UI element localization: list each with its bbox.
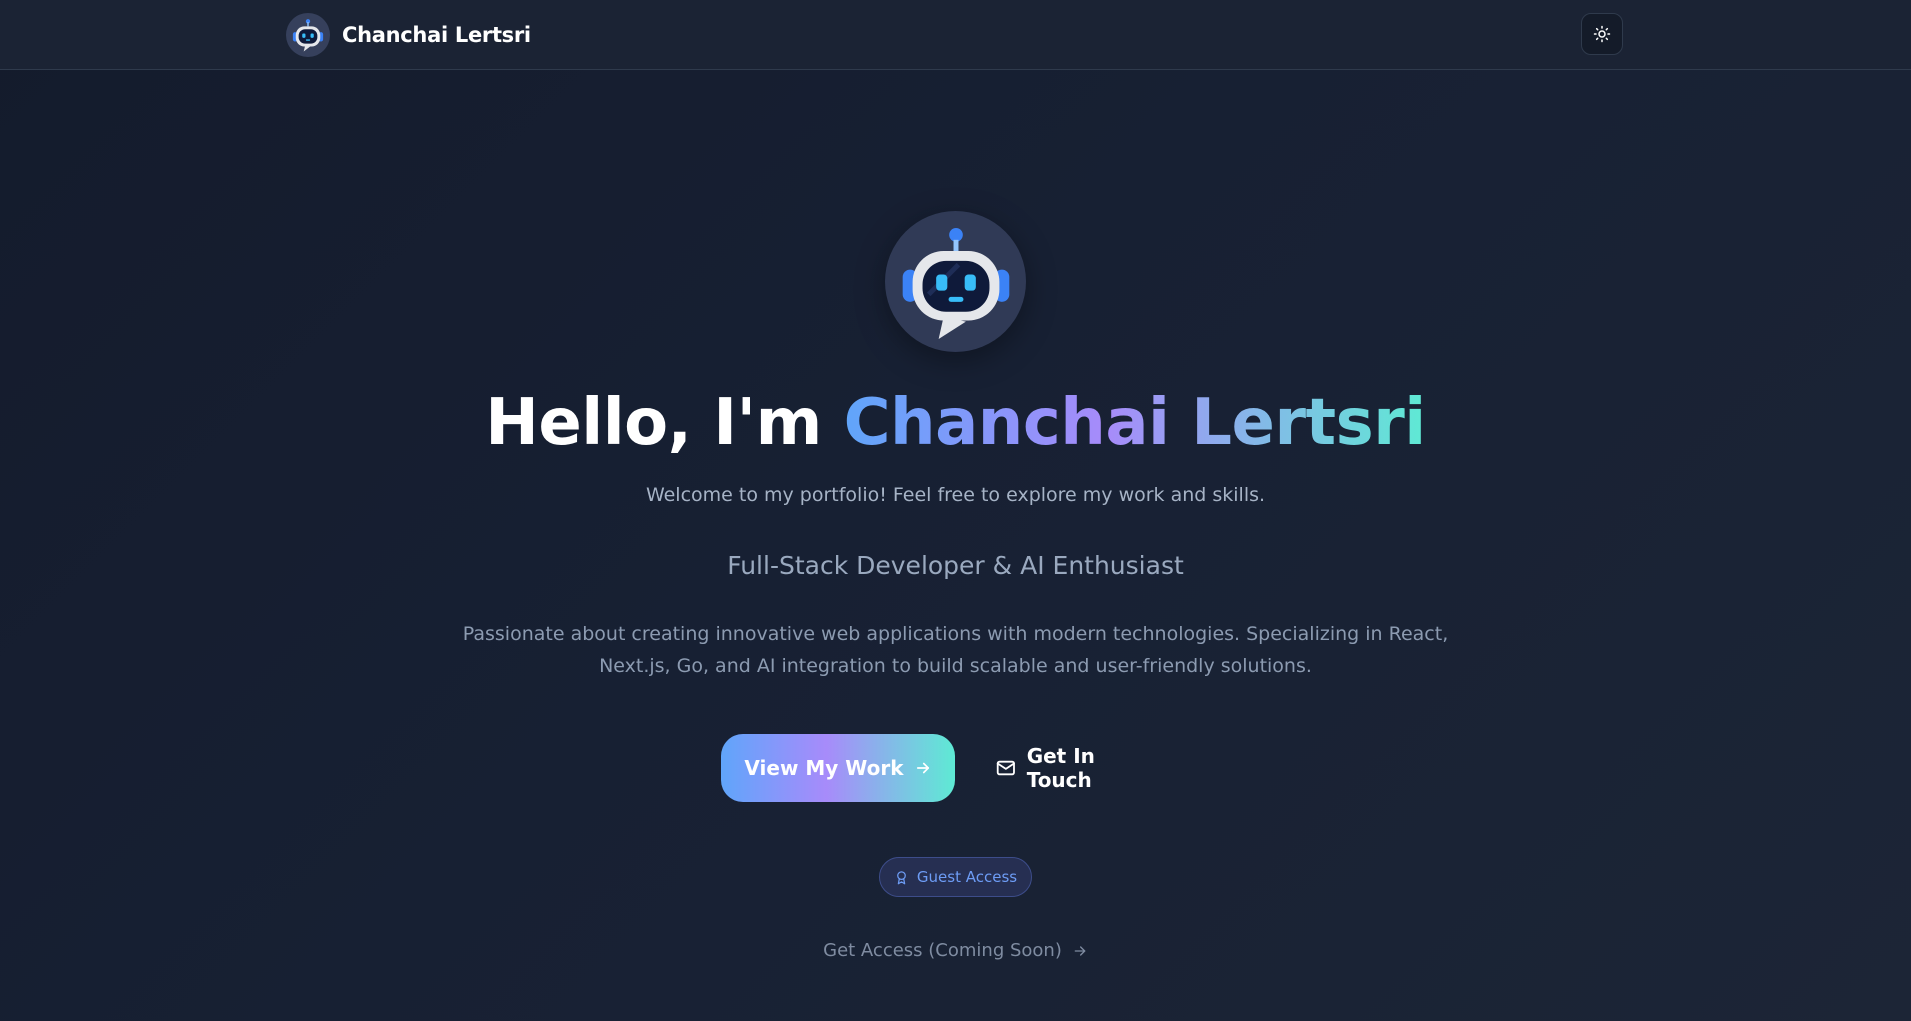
- mail-icon: [996, 760, 1015, 776]
- hero-welcome-text: Welcome to my portfolio! Feel free to ex…: [645, 484, 1266, 506]
- theme-toggle-button[interactable]: [1581, 13, 1623, 55]
- robot-icon: [286, 13, 330, 57]
- brand-home-link[interactable]: Chanchai Lertsri: [286, 13, 531, 57]
- get-access-link[interactable]: Get Access (Coming Soon): [823, 940, 1088, 961]
- view-my-work-button[interactable]: View My Work: [721, 734, 955, 802]
- brand-name: Chanchai Lertsri: [342, 23, 531, 47]
- guest-access-badge: Guest Access: [879, 857, 1032, 897]
- get-in-touch-label: Get In Touch: [1026, 744, 1095, 792]
- hero-bio: Passionate about creating innovative web…: [462, 623, 1449, 677]
- hero-greeting: Hello, I'm: [485, 386, 844, 460]
- hero-headline: Hello, I'm Chanchai Lertsri: [0, 385, 1911, 461]
- sun-icon: [1593, 25, 1611, 43]
- get-access-row: Get Access (Coming Soon): [0, 940, 1911, 961]
- hero-role: Full-Stack Developer & AI Enthusiast: [727, 551, 1184, 580]
- guest-access-label: Guest Access: [916, 868, 1018, 886]
- top-navbar: Chanchai Lertsri: [0, 0, 1911, 70]
- robot-icon: [885, 211, 1026, 352]
- arrow-right-icon: [1074, 945, 1086, 956]
- get-in-touch-button[interactable]: Get In Touch: [995, 734, 1165, 802]
- hero-name: Chanchai Lertsri: [843, 386, 1427, 460]
- award-icon: [897, 870, 906, 884]
- view-my-work-label: View My Work: [744, 756, 904, 780]
- arrow-right-icon: [916, 762, 929, 774]
- get-access-label: Get Access (Coming Soon): [823, 940, 1062, 961]
